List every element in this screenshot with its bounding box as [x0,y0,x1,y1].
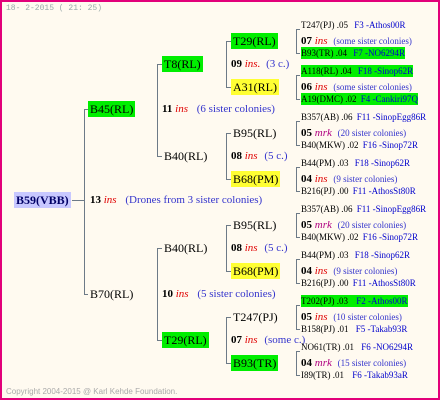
gen3-node[interactable]: B93(TR) [231,355,279,371]
gen2-node[interactable]: T8(RL) [162,56,203,72]
connector [296,305,297,329]
gen3-node[interactable]: B68(PM) [231,263,281,279]
connector [157,64,158,156]
gen2-node[interactable]: B40(RL) [162,148,209,164]
gen3-node[interactable]: B68(PM) [231,171,281,187]
leaf-summary: 04 mrk (15 sister colonies) [301,357,407,369]
leaf-queen[interactable]: NO61(TR) .01 F6 -NO6294R [301,341,413,353]
gen3-node[interactable]: A31(RL) [231,79,279,95]
leaf-queen[interactable]: B357(AB) .06 F11 -SinopEgg86R [301,111,426,123]
leaf-summary: 05 ins (10 sister colonies) [301,311,402,323]
sire-upper[interactable]: B45(RL) [88,101,136,117]
connector [226,317,227,363]
connector [157,248,158,340]
leaf-summary: 06 ins (some sister colonies) [301,81,412,93]
connector [296,259,297,283]
connector [226,41,227,87]
leaf-summary: 04 ins (9 sister colonies) [301,265,398,277]
leaf-queen[interactable]: A118(RL) .04 F18 -Sinop62R [301,65,414,77]
leaf-queen[interactable]: I89(TR) .01 F6 -Takab93aR [301,369,408,381]
leaf-queen[interactable]: B40(MKW) .02 F16 -Sinop72R [301,231,418,243]
note: (Drones from 3 sister colonies) [125,194,263,206]
connector [296,213,300,214]
gen2-summary: 07 ins (some c.) [231,334,306,346]
dam-lower-summary: 10 ins (5 sister colonies) [162,288,276,300]
copyright: Copyright 2004-2015 @ Karl Kehde Foundat… [6,387,178,396]
leaf-queen[interactable]: B44(PM) .03 F18 -Sinop62R [301,157,410,169]
connector [72,200,84,201]
connector [296,191,300,192]
connector [296,351,297,375]
connector [296,283,300,284]
connector [296,99,300,100]
connector [296,329,300,330]
root-drone-summary: 13 ins (Drones from 3 sister colonies) [90,193,262,207]
connector [296,375,300,376]
connector [296,29,297,53]
leaf-summary: 07 ins (some sister colonies) [301,35,412,47]
leaf-queen[interactable]: B357(AB) .06 F11 -SinopEgg86R [301,203,426,215]
gen3-node[interactable]: B95(RL) [231,125,278,141]
connector [296,351,300,352]
gen2-node[interactable]: B40(RL) [162,240,209,256]
date-stamp: 18- 2-2015 ( 21: 25) [6,4,103,13]
leaf-queen[interactable]: B216(PJ) .00 F11 -AthosSt80R [301,185,416,197]
leaf-queen[interactable]: T247(PJ) .05 F3 -Athos00R [301,19,406,31]
leaf-summary: 05 mrk (20 sister colonies) [301,219,407,231]
sire-upper-summary: 11 ins (6 sister colonies) [162,103,275,115]
root-queen[interactable]: B59(VBB) [14,192,71,208]
leaf-queen[interactable]: B93(TR) .04 F7 -NO6294R [301,47,406,59]
connector [296,75,300,76]
connector [296,145,300,146]
count: 13 [90,194,101,206]
leaf-queen[interactable]: A19(DMC) .02 F4 -Cankiri97Q [301,93,418,105]
connector [296,167,300,168]
gen2-node[interactable]: T29(RL) [162,332,209,348]
connector [296,121,300,122]
connector [296,213,297,237]
gen2-summary: 08 ins (5 c.) [231,150,288,162]
connector [226,225,227,271]
gen3-node[interactable]: T29(RL) [231,33,278,49]
pedigree-frame: 18- 2-2015 ( 21: 25) Copyright 2004-2015… [0,0,440,400]
connector [296,29,300,30]
gen3-node[interactable]: T247(PJ) [231,309,280,325]
dam-lower[interactable]: B70(RL) [88,286,135,302]
connector [296,259,300,260]
leaf-summary: 05 mrk (20 sister colonies) [301,127,407,139]
connector [296,305,300,306]
connector [296,237,300,238]
leaf-queen[interactable]: B40(MKW) .02 F16 -Sinop72R [301,139,418,151]
leaf-queen[interactable]: B44(PM) .03 F18 -Sinop62R [301,249,410,261]
gen2-summary: 08 ins (5 c.) [231,242,288,254]
leaf-queen[interactable]: B158(PJ) .01 F5 -Takab93R [301,323,407,335]
connector [296,121,297,145]
leaf-queen[interactable]: T202(PJ) .03 F2 -Athos00R [301,295,408,307]
connector [226,133,227,179]
connector [296,75,297,99]
leaf-summary: 04 ins (9 sister colonies) [301,173,398,185]
ins-marker: ins [103,194,117,206]
connector [296,53,300,54]
gen3-node[interactable]: B95(RL) [231,217,278,233]
connector [296,167,297,191]
gen2-summary: 09 ins. (3 c.) [231,58,290,70]
leaf-queen[interactable]: B216(PJ) .00 F11 -AthosSt80R [301,277,416,289]
connector [84,109,85,295]
